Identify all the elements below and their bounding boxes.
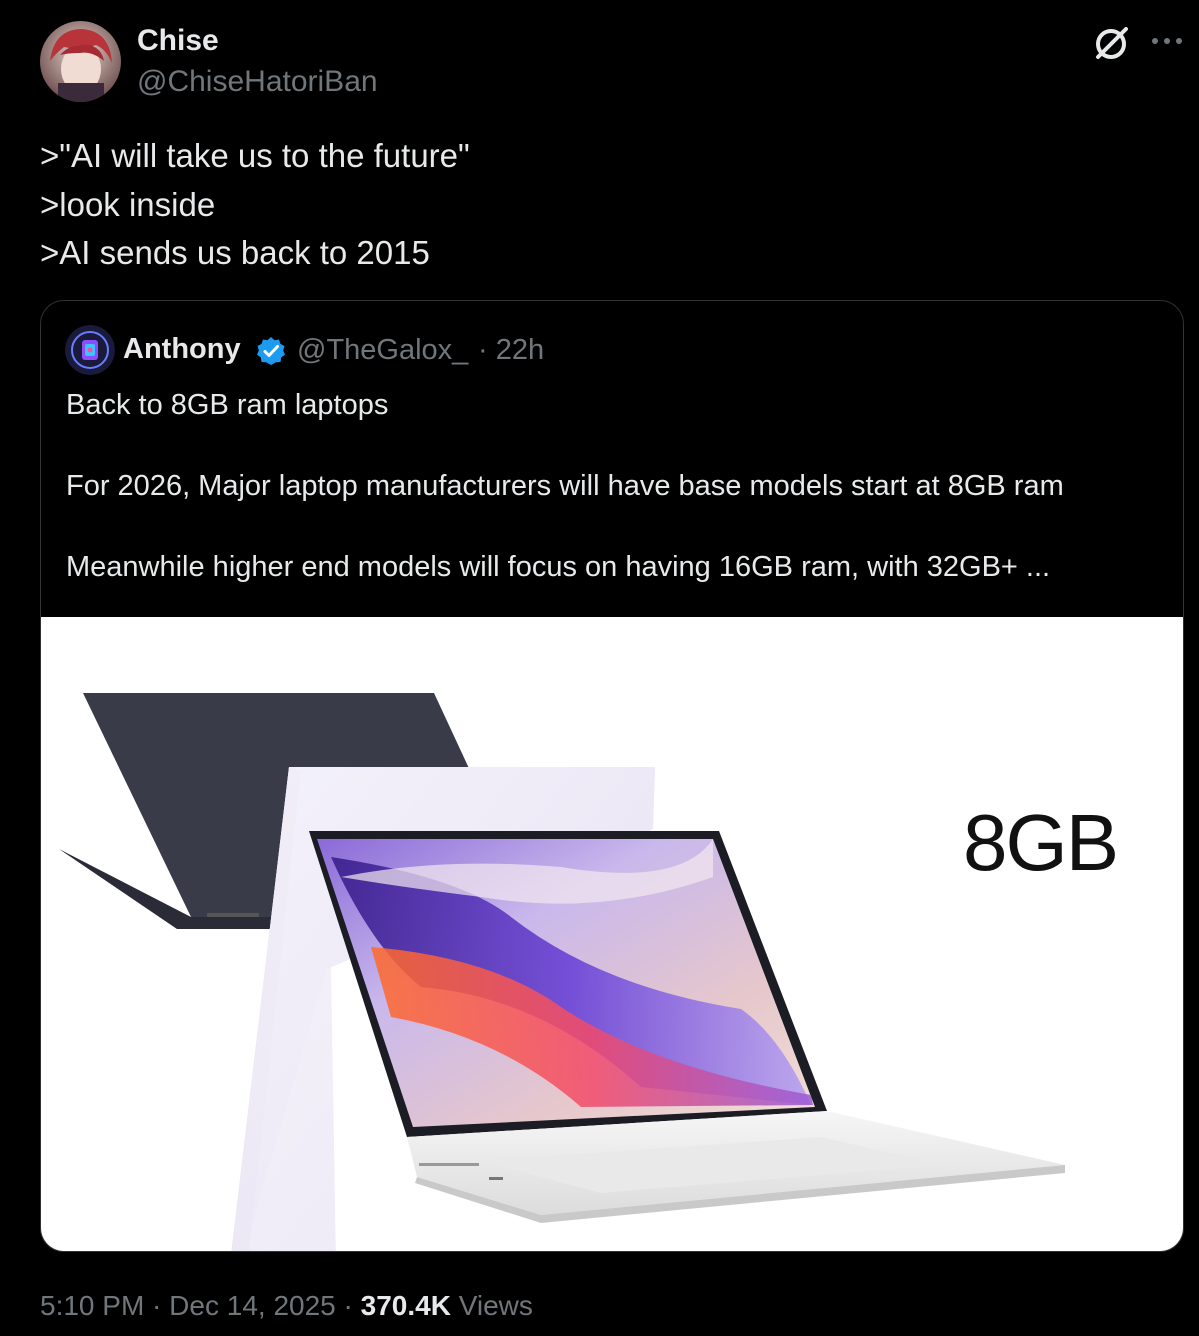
- tweet-meta: 5:10 PM · Dec 14, 2025 · 370.4K Views: [40, 1290, 533, 1322]
- media-ram-label: 8GB: [963, 798, 1119, 887]
- author-handle[interactable]: @ChiseHatoriBan: [137, 65, 378, 99]
- author-avatar[interactable]: [40, 21, 121, 102]
- quoted-tweet-card[interactable]: Anthony @TheGalox_ · 22h Back to 8GB ram…: [40, 300, 1184, 1252]
- quoted-line: Meanwhile higher end models will focus o…: [66, 551, 1051, 583]
- quoted-line: [66, 426, 1064, 467]
- meta-separator: ·: [144, 1290, 170, 1321]
- more-icon[interactable]: [1149, 26, 1185, 56]
- views-label: Views: [450, 1290, 533, 1321]
- verified-badge-icon: [255, 335, 287, 367]
- tweet-text: >"AI will take us to the future" >look i…: [40, 132, 470, 278]
- meta-separator: ·: [335, 1290, 361, 1321]
- tweet-line: >look inside: [40, 185, 216, 223]
- tweet-line: >"AI will take us to the future": [40, 137, 470, 174]
- tweet-time[interactable]: 5:10 PM: [40, 1290, 144, 1321]
- quoted-timestamp[interactable]: · 22h: [478, 334, 544, 367]
- author-name[interactable]: Chise: [137, 24, 219, 58]
- grok-icon[interactable]: [1093, 24, 1131, 62]
- tweet-date[interactable]: Dec 14, 2025: [169, 1290, 336, 1321]
- quoted-tweet-text: Back to 8GB ram laptops For 2026, Major …: [66, 385, 1064, 588]
- views-count[interactable]: 370.4K: [361, 1290, 451, 1321]
- quoted-author-handle[interactable]: @TheGalox_: [297, 334, 468, 367]
- laptops-illustration: [59, 693, 1065, 1251]
- quoted-media-image[interactable]: 8GB: [41, 617, 1183, 1251]
- quoted-author-avatar[interactable]: [65, 325, 115, 375]
- quoted-line: Back to 8GB ram laptops: [66, 389, 389, 421]
- quoted-author-name[interactable]: Anthony: [123, 333, 241, 366]
- quoted-line: [66, 507, 1064, 548]
- quoted-line: For 2026, Major laptop manufacturers wil…: [66, 470, 1064, 502]
- tweet-line: >AI sends us back to 2015: [40, 234, 430, 271]
